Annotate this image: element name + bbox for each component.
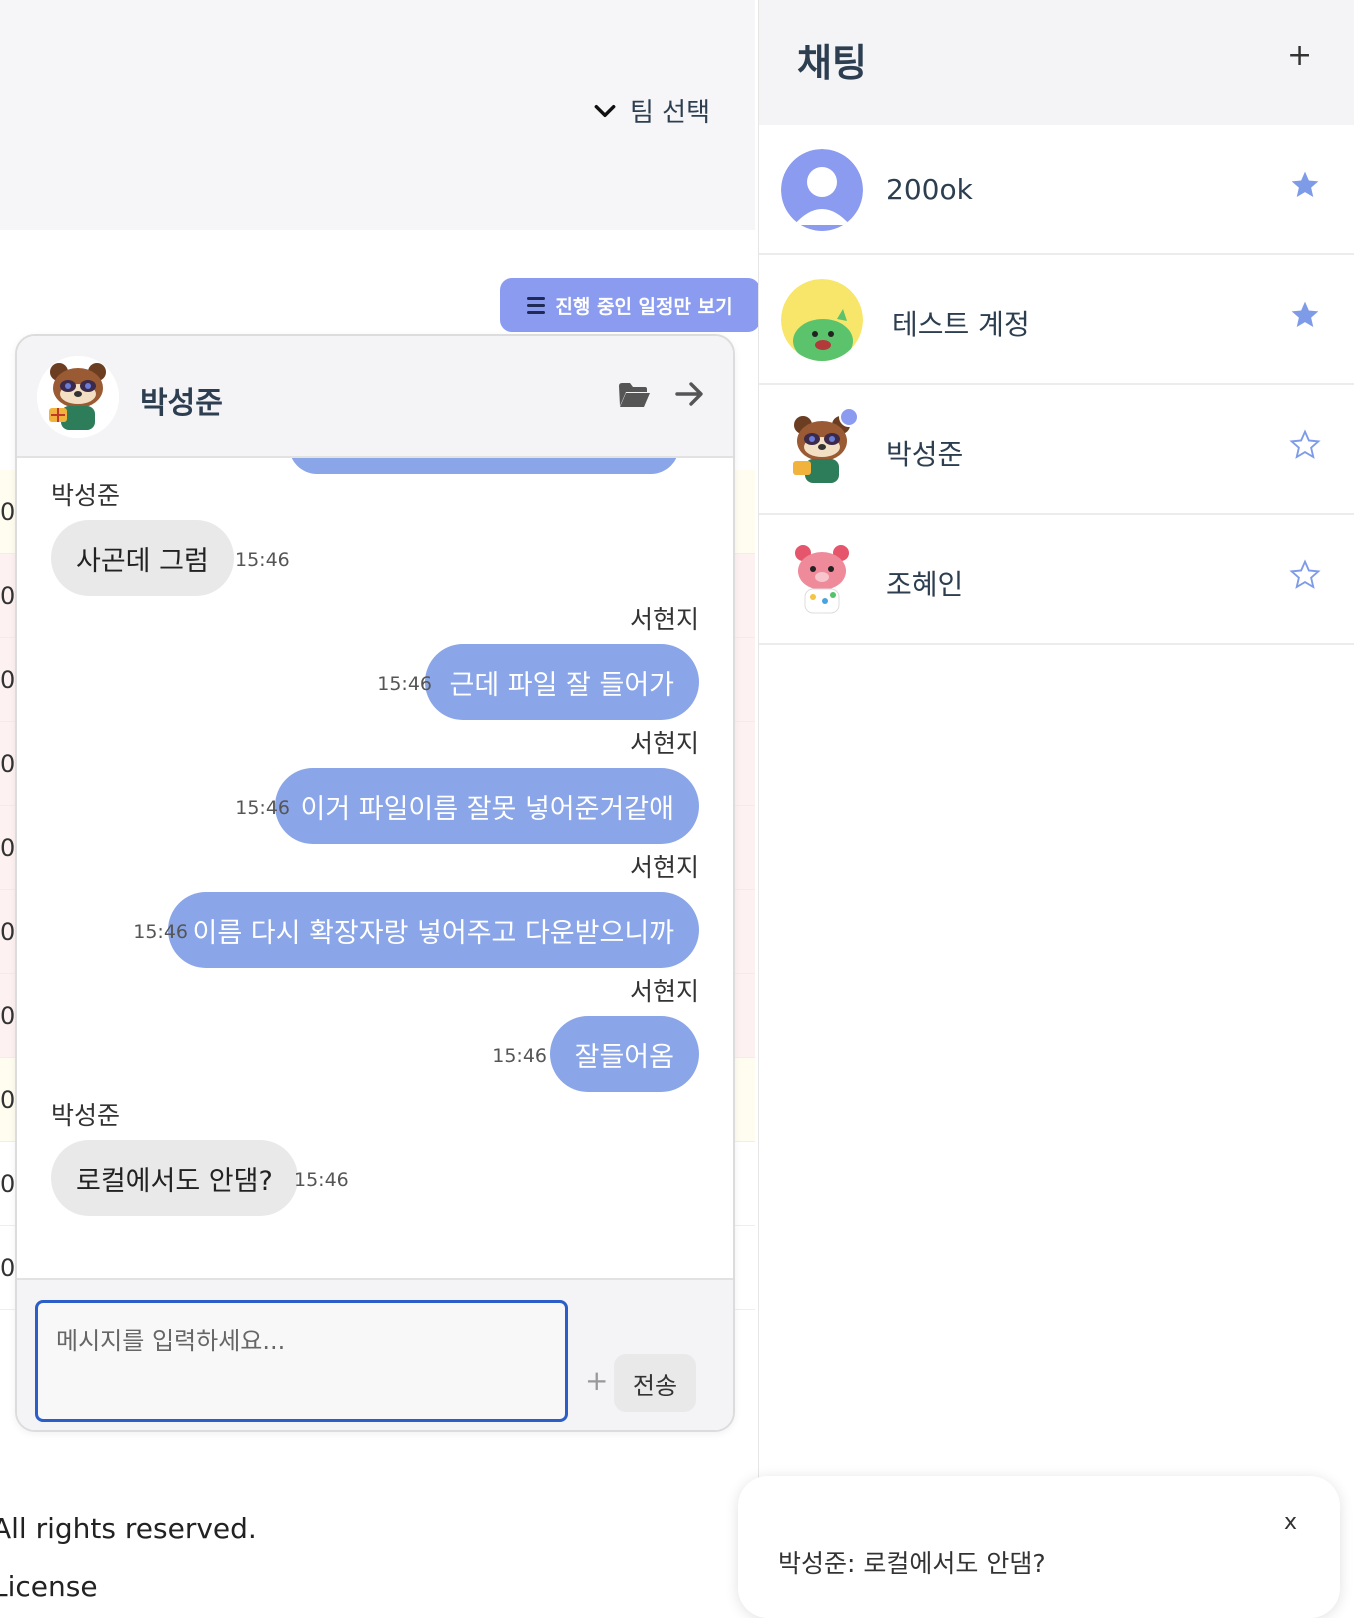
message-bubble-in: 사곤데 그럼 <box>51 520 234 596</box>
toast-close-button[interactable]: x <box>1284 1510 1297 1535</box>
toast-message: 박성준: 로컬에서도 안댐? <box>778 1549 1046 1578</box>
chat-room-item[interactable]: 조혜인 <box>759 515 1354 645</box>
chat-list-panel: 채팅 + 200ok 테스트 계정 박성준 조혜인 <box>758 0 1354 1610</box>
message-time: 15:46 <box>235 797 290 819</box>
footer-license-link[interactable]: License <box>0 1570 98 1603</box>
message-list[interactable]: 박성준 사곤데 그럼 15:46 서현지 근데 파일 잘 들어가 15:46 서… <box>17 458 733 1278</box>
chat-room-name: 200ok <box>886 173 973 206</box>
green-dino-avatar <box>781 279 863 361</box>
message-sender: 서현지 <box>629 605 699 634</box>
chat-room-name: 테스트 계정 <box>892 308 1030 341</box>
message-sender: 박성준 <box>51 481 121 510</box>
message-sender: 서현지 <box>629 853 699 882</box>
chat-list-title: 채팅 <box>797 41 867 85</box>
message-time: 15:46 <box>235 549 290 571</box>
message-input[interactable] <box>35 1300 568 1422</box>
message-time: 15:46 <box>294 1169 349 1191</box>
team-select-label: 팀 선택 <box>630 98 711 128</box>
chat-room-item[interactable]: 테스트 계정 <box>759 255 1354 385</box>
chevron-down-icon <box>594 104 616 117</box>
chat-window: 박성준 박성준 사곤데 그럼 15:46 서현지 근데 파일 잘 들어가 15:… <box>15 334 735 1432</box>
folder-open-icon[interactable] <box>617 380 651 410</box>
message-sender: 박성준 <box>51 1101 121 1130</box>
message-bubble-in: 로컬에서도 안댐? <box>51 1140 298 1216</box>
progress-filter-label: 진행 중인 일정만 보기 <box>555 295 733 318</box>
star-outline-icon[interactable] <box>1289 429 1321 461</box>
message-bubble-out: 잘들어옴 <box>549 1016 699 1092</box>
star-outline-icon[interactable] <box>1289 559 1321 591</box>
unread-indicator <box>839 407 859 427</box>
message-bubble-partial <box>289 458 679 474</box>
message-sender: 서현지 <box>629 977 699 1006</box>
pink-bear-avatar <box>781 539 863 621</box>
send-button[interactable]: 전송 <box>614 1354 696 1412</box>
attach-button[interactable]: + <box>585 1364 608 1397</box>
chat-list-header: 채팅 + <box>759 0 1354 125</box>
message-bubble-out: 이거 파일이름 잘못 넣어준거같애 <box>275 768 699 844</box>
arrow-right-icon[interactable] <box>673 378 705 410</box>
chat-partner-name: 박성준 <box>140 386 223 421</box>
menu-icon <box>527 296 546 314</box>
star-filled-icon[interactable] <box>1289 169 1321 201</box>
chat-room-name: 조혜인 <box>886 568 964 601</box>
message-bubble-out: 이름 다시 확장자랑 넣어주고 다운받으니까 <box>167 892 699 968</box>
add-chat-button[interactable]: + <box>1287 38 1312 73</box>
progress-filter-button[interactable]: 진행 중인 일정만 보기 <box>500 278 760 332</box>
chat-room-item[interactable]: 박성준 <box>759 385 1354 515</box>
message-toast[interactable]: x 박성준: 로컬에서도 안댐? <box>738 1476 1340 1618</box>
star-filled-icon[interactable] <box>1289 299 1321 331</box>
default-user-icon <box>781 149 863 231</box>
message-time: 15:46 <box>377 673 432 695</box>
message-time: 15:46 <box>133 921 188 943</box>
message-time: 15:46 <box>492 1045 547 1067</box>
team-select-dropdown[interactable]: 팀 선택 <box>592 92 710 129</box>
chat-room-item[interactable]: 200ok <box>759 125 1354 255</box>
message-sender: 서현지 <box>629 729 699 758</box>
chat-header: 박성준 <box>17 336 733 458</box>
message-input-bar: + 전송 <box>17 1278 733 1430</box>
message-bubble-out: 근데 파일 잘 들어가 <box>424 644 699 720</box>
raccoon-avatar <box>37 356 119 438</box>
footer-rights: All rights reserved. <box>0 1512 257 1545</box>
chat-room-name: 박성준 <box>886 438 964 471</box>
